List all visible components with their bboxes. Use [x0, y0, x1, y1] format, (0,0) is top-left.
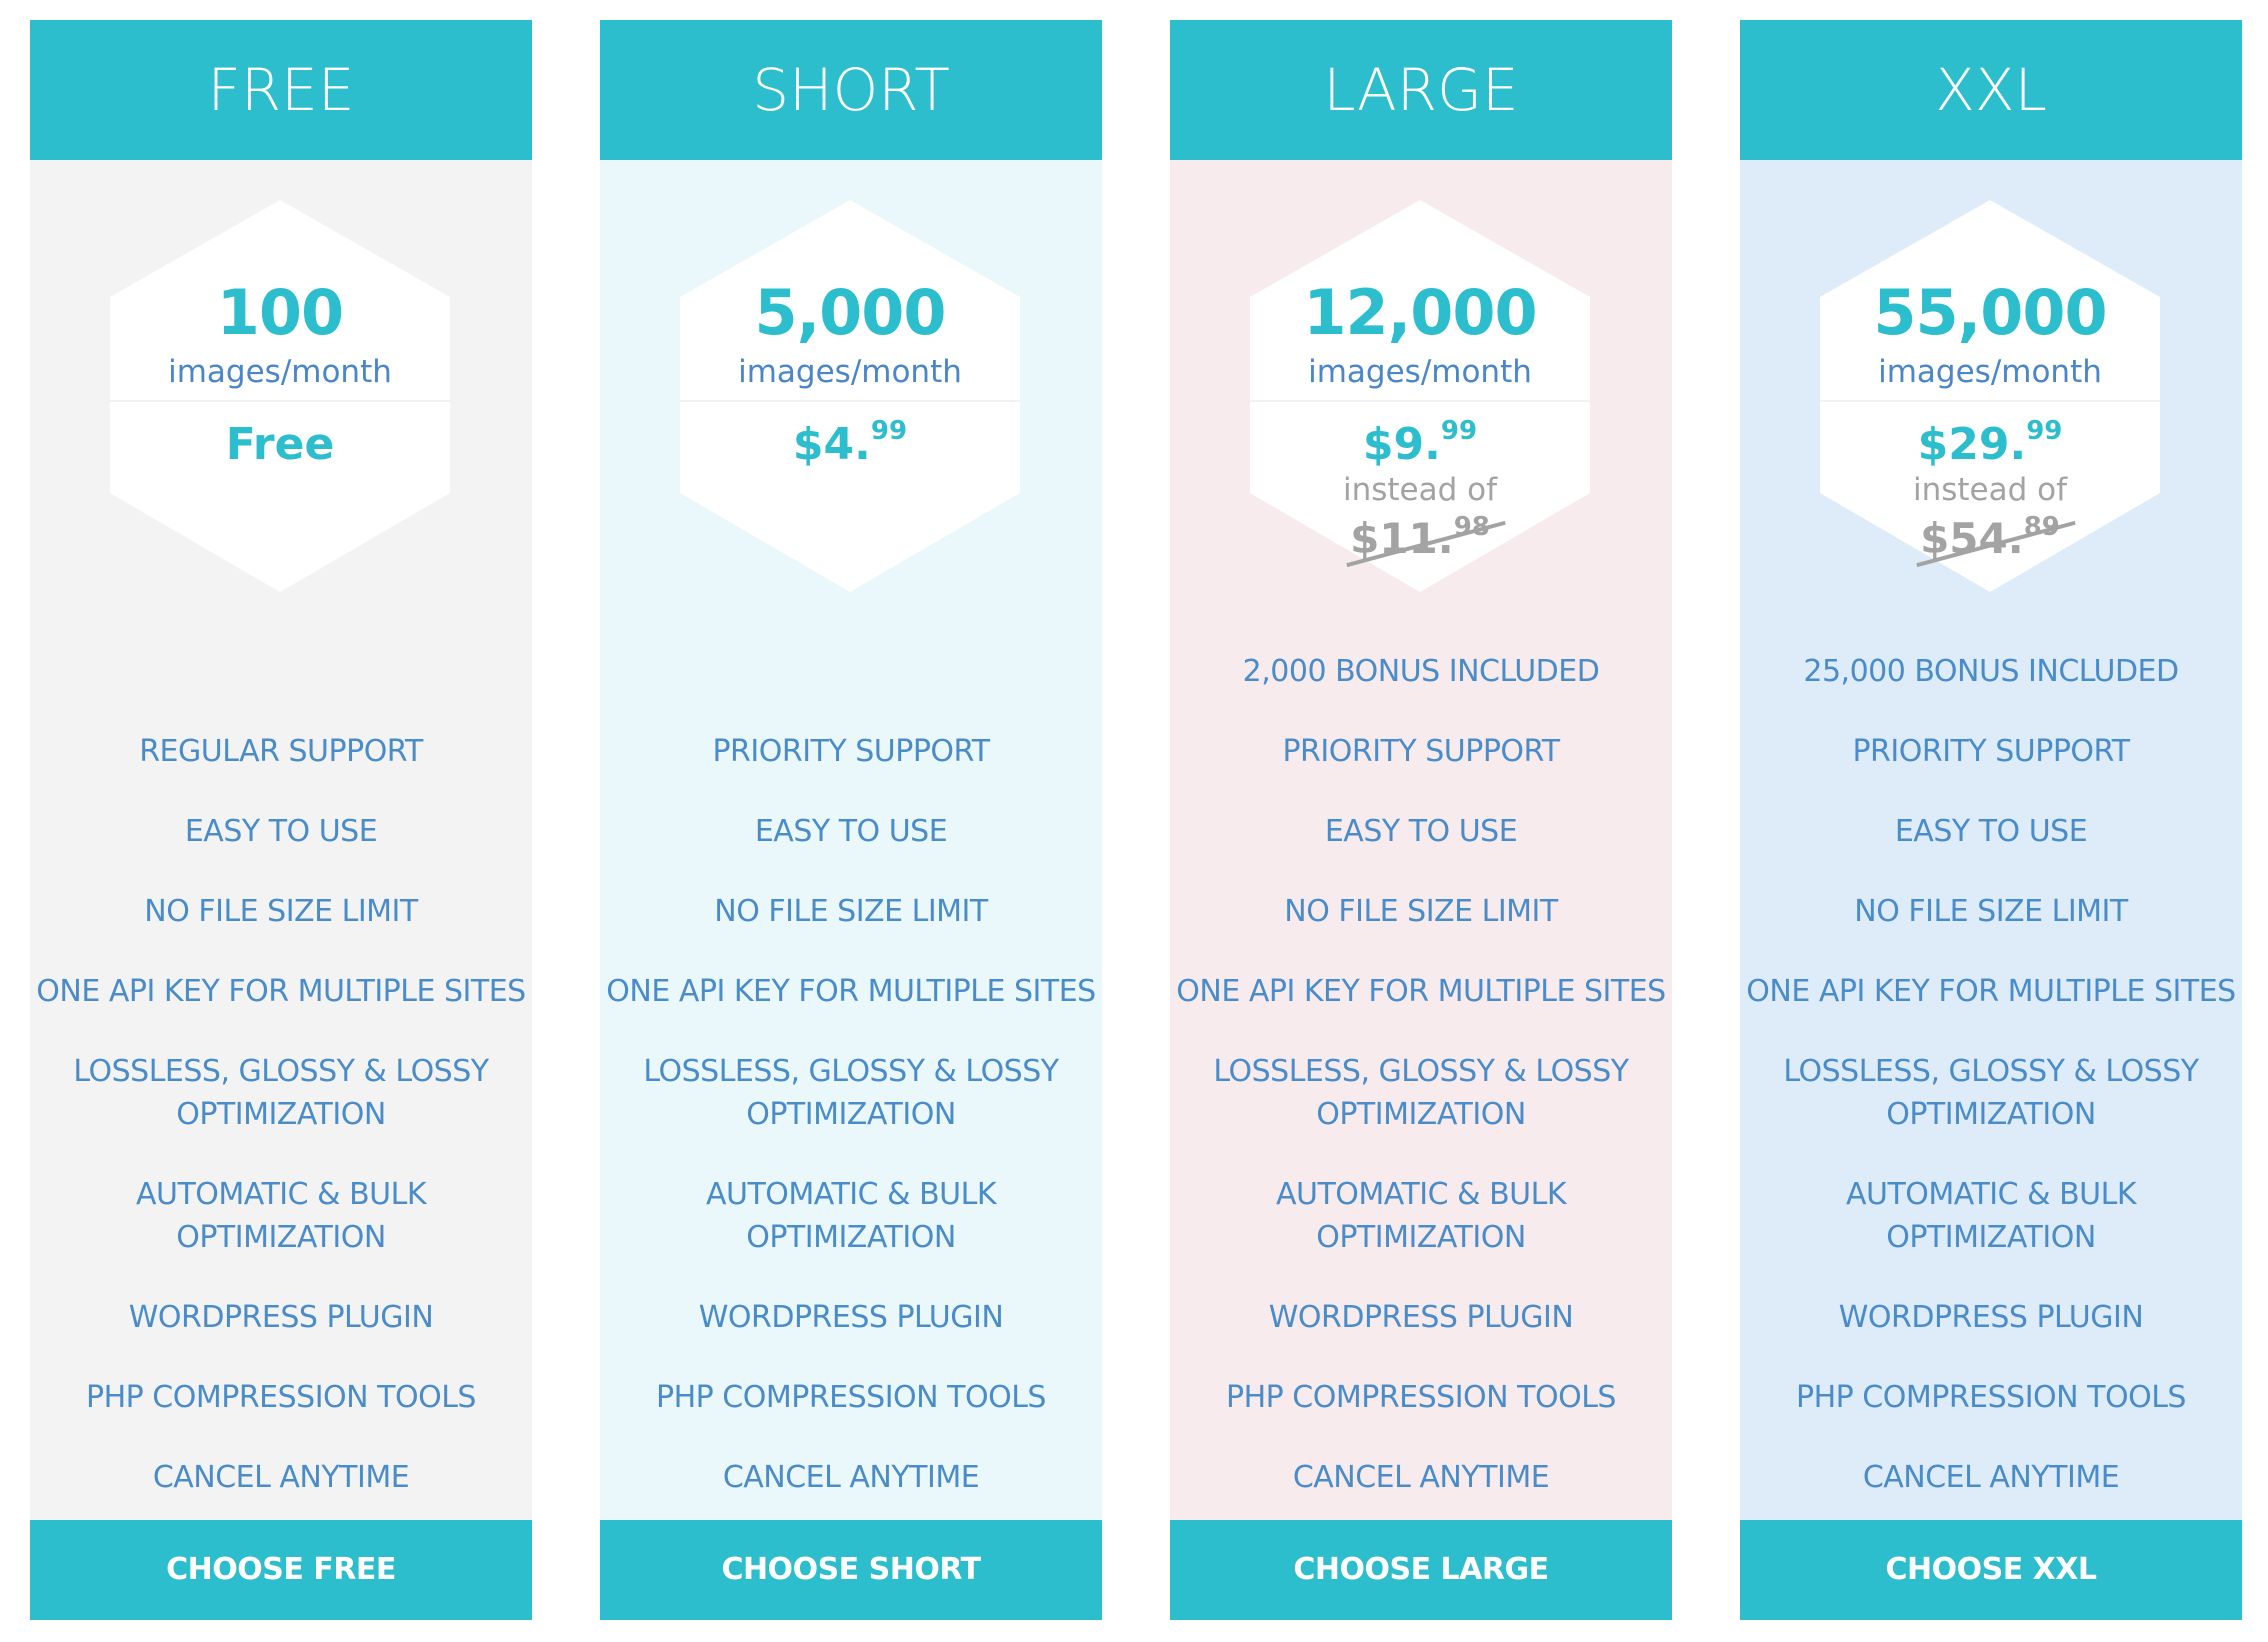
choose-free-button[interactable]: CHOOSE FREE: [30, 1520, 532, 1620]
plan-body: 55,000 images/month $29.99 instead of $5…: [1740, 160, 2242, 1520]
feature-item: CANCEL ANYTIME: [1862, 1460, 2120, 1495]
feature-item: PRIORITY SUPPORT: [1852, 734, 2130, 769]
feature-item: PRIORITY SUPPORT: [712, 734, 990, 769]
hexagon-divider: [110, 400, 450, 402]
feature-item: CANCEL ANYTIME: [1292, 1460, 1550, 1495]
image-count-unit: images/month: [1308, 354, 1532, 390]
price-main: $29.: [1917, 419, 2027, 470]
price-hexagon: 100 images/month Free: [110, 200, 450, 592]
image-count-unit: images/month: [168, 354, 392, 390]
image-count: 100: [216, 276, 344, 349]
price: $4.99: [680, 416, 1020, 480]
old-price: $54.89: [1820, 510, 2160, 574]
feature-item: ONE API KEY FOR MULTIPLE SITES: [606, 974, 1096, 1009]
feature-item: AUTOMATIC & BULK OPTIMIZATION: [705, 1177, 997, 1255]
feature-item: EASY TO USE: [1894, 814, 2088, 849]
plan-card-free: FREE 100 images/month Free REGULAR SUPPO…: [30, 20, 532, 1620]
feature-item: EASY TO USE: [1324, 814, 1518, 849]
bonus-feature: 2,000 BONUS INCLUDED: [1242, 654, 1600, 689]
feature-item: PHP COMPRESSION TOOLS: [656, 1380, 1046, 1415]
feature-item: LOSSLESS, GLOSSY & LOSSY OPTIMIZATION: [1213, 1054, 1629, 1132]
feature-item: NO FILE SIZE LIMIT: [714, 894, 988, 929]
hexagon-divider: [680, 400, 1020, 402]
feature-item: WORDPRESS PLUGIN: [1268, 1300, 1574, 1335]
hexagon-shape: [680, 200, 1020, 592]
plan-card-xxl: XXL 55,000 images/month $29.99 instead o…: [1740, 20, 2242, 1620]
price-hexagon: 55,000 images/month $29.99 instead of $5…: [1820, 200, 2160, 592]
image-count: 55,000: [1873, 276, 2107, 349]
plan-body: 12,000 images/month $9.99 instead of $11…: [1170, 160, 1672, 1520]
instead-of-label: instead of: [1342, 472, 1498, 508]
feature-item: NO FILE SIZE LIMIT: [1284, 894, 1558, 929]
feature-list: REGULAR SUPPORT EASY TO USE NO FILE SIZE L…: [30, 650, 532, 1536]
image-count: 12,000: [1303, 276, 1537, 349]
feature-list: 2,000 BONUS INCLUDED PRIORITY SUPPORT EASY…: [1170, 650, 1672, 1536]
feature-item: PHP COMPRESSION TOOLS: [1796, 1380, 2186, 1415]
hexagon-divider: [1820, 400, 2160, 402]
feature-item: PHP COMPRESSION TOOLS: [86, 1380, 476, 1415]
price-cents: 99: [1440, 416, 1478, 446]
price-main: Free: [225, 419, 335, 470]
price-hexagon: 5,000 images/month $4.99: [680, 200, 1020, 592]
feature-item: ONE API KEY FOR MULTIPLE SITES: [1176, 974, 1666, 1009]
price: Free: [110, 416, 450, 474]
image-count: 5,000: [754, 276, 946, 349]
feature-item: WORDPRESS PLUGIN: [698, 1300, 1004, 1335]
plan-body: 100 images/month Free REGULAR SUPPORT EAS…: [30, 160, 532, 1520]
feature-item: ONE API KEY FOR MULTIPLE SITES: [36, 974, 526, 1009]
image-count-unit: images/month: [738, 354, 962, 390]
plan-title: LARGE: [1170, 20, 1672, 160]
hexagon-divider: [1250, 400, 1590, 402]
hexagon-shape: [110, 200, 450, 592]
feature-list: PRIORITY SUPPORT EASY TO USE NO FILE SIZE …: [600, 650, 1102, 1536]
feature-item: ONE API KEY FOR MULTIPLE SITES: [1746, 974, 2236, 1009]
price-hexagon: 12,000 images/month $9.99 instead of $11…: [1250, 200, 1590, 592]
plan-title: XXL: [1740, 20, 2242, 160]
old-price: $11.98: [1250, 510, 1590, 574]
image-count-unit: images/month: [1878, 354, 2102, 390]
feature-item: NO FILE SIZE LIMIT: [144, 894, 418, 929]
feature-item: WORDPRESS PLUGIN: [1838, 1300, 2144, 1335]
feature-item: AUTOMATIC & BULK OPTIMIZATION: [1275, 1177, 1567, 1255]
feature-item: LOSSLESS, GLOSSY & LOSSY OPTIMIZATION: [1783, 1054, 2199, 1132]
bonus-feature: 25,000 BONUS INCLUDED: [1803, 654, 2179, 689]
feature-item: PHP COMPRESSION TOOLS: [1226, 1380, 1616, 1415]
price-cents: 99: [870, 416, 908, 446]
feature-item: LOSSLESS, GLOSSY & LOSSY OPTIMIZATION: [643, 1054, 1059, 1132]
instead-of-label: instead of: [1912, 472, 2068, 508]
feature-list: 25,000 BONUS INCLUDED PRIORITY SUPPORT EAS…: [1740, 650, 2242, 1536]
feature-item: LOSSLESS, GLOSSY & LOSSY OPTIMIZATION: [73, 1054, 489, 1132]
plan-card-large: LARGE 12,000 images/month $9.99 instead …: [1170, 20, 1672, 1620]
feature-item: EASY TO USE: [184, 814, 378, 849]
choose-xxl-button[interactable]: CHOOSE XXL: [1740, 1520, 2242, 1620]
price-main: $4.: [792, 419, 871, 470]
choose-short-button[interactable]: CHOOSE SHORT: [600, 1520, 1102, 1620]
feature-item: REGULAR SUPPORT: [139, 734, 423, 769]
price-cents: 99: [2026, 416, 2063, 446]
feature-item: EASY TO USE: [754, 814, 948, 849]
plan-card-short: SHORT 5,000 images/month $4.99 PRIORITY …: [600, 20, 1102, 1620]
plan-body: 5,000 images/month $4.99 PRIORITY SUPPOR…: [600, 160, 1102, 1520]
feature-item: PRIORITY SUPPORT: [1282, 734, 1560, 769]
price-main: $9.: [1362, 419, 1441, 470]
plan-title: SHORT: [600, 20, 1102, 160]
feature-item: AUTOMATIC & BULK OPTIMIZATION: [135, 1177, 427, 1255]
plan-title: FREE: [30, 20, 532, 160]
feature-item: WORDPRESS PLUGIN: [128, 1300, 434, 1335]
feature-item: NO FILE SIZE LIMIT: [1854, 894, 2128, 929]
feature-item: AUTOMATIC & BULK OPTIMIZATION: [1845, 1177, 2137, 1255]
choose-large-button[interactable]: CHOOSE LARGE: [1170, 1520, 1672, 1620]
feature-item: CANCEL ANYTIME: [722, 1460, 980, 1495]
feature-item: CANCEL ANYTIME: [152, 1460, 410, 1495]
